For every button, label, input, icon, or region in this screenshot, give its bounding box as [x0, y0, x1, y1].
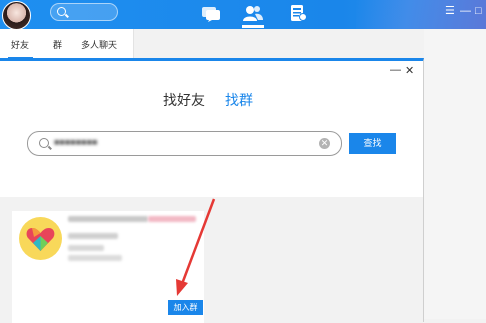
annotation-arrow — [176, 198, 216, 296]
arrow-shaft — [180, 198, 216, 285]
arrow-head — [176, 279, 188, 296]
